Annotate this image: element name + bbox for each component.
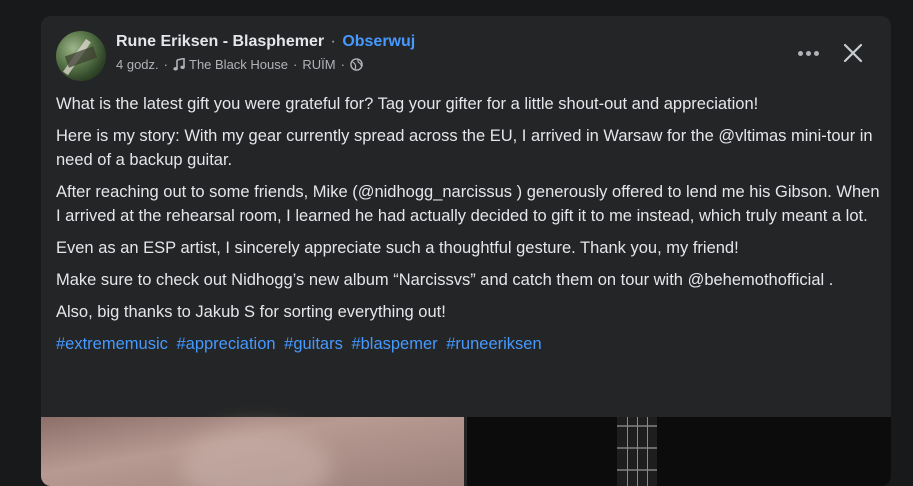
close-button[interactable] (837, 37, 869, 69)
hashtag-link[interactable]: #runeeriksen (446, 335, 541, 353)
post-photo[interactable] (41, 417, 464, 486)
post-paragraph: Even as an ESP artist, I sincerely appre… (56, 239, 739, 257)
globe-icon[interactable] (350, 58, 363, 71)
location-link[interactable]: The Black House (189, 57, 288, 72)
post-header: Rune Eriksen - Blasphemer · Obserwuj 4 g… (41, 16, 891, 86)
close-icon (843, 43, 863, 63)
post-paragraph: What is the latest gift you were gratefu… (56, 95, 759, 113)
hashtag-list: #extrememusic #appreciation #guitars #bl… (56, 332, 881, 356)
post-body: What is the latest gift you were gratefu… (56, 92, 881, 364)
music-note-icon (173, 57, 185, 71)
hashtag-link[interactable]: #appreciation (176, 335, 275, 353)
follow-button[interactable]: Obserwuj (342, 33, 415, 50)
post-media (41, 417, 891, 486)
post-card: Rune Eriksen - Blasphemer · Obserwuj 4 g… (41, 16, 891, 486)
separator-dot: · (163, 57, 168, 72)
post-paragraph: Here is my story: With my gear currently… (56, 127, 873, 169)
post-paragraph: Also, big thanks to Jakub S for sorting … (56, 303, 446, 321)
separator-dot: · (330, 33, 336, 50)
avatar[interactable] (56, 31, 106, 81)
hashtag-link[interactable]: #guitars (284, 335, 343, 353)
separator-dot: · (293, 57, 298, 72)
post-paragraph: Make sure to check out Nidhogg’s new alb… (56, 271, 834, 289)
author-name[interactable]: Rune Eriksen - Blasphemer (116, 33, 324, 50)
post-time[interactable]: 4 godz. (116, 57, 159, 72)
separator-dot: · (340, 57, 345, 72)
author-row: Rune Eriksen - Blasphemer · Obserwuj (116, 33, 415, 51)
hashtag-link[interactable]: #extrememusic (56, 335, 168, 353)
post-photo[interactable] (467, 417, 891, 486)
post-meta: 4 godz. · The Black House · RUÏM · (116, 57, 363, 72)
more-options-button[interactable] (790, 39, 826, 67)
audience-label: RUÏM (302, 57, 336, 72)
more-horizontal-icon (797, 50, 803, 56)
post-paragraph: After reaching out to some friends, Mike… (56, 183, 880, 225)
hashtag-link[interactable]: #blaspemer (351, 335, 437, 353)
